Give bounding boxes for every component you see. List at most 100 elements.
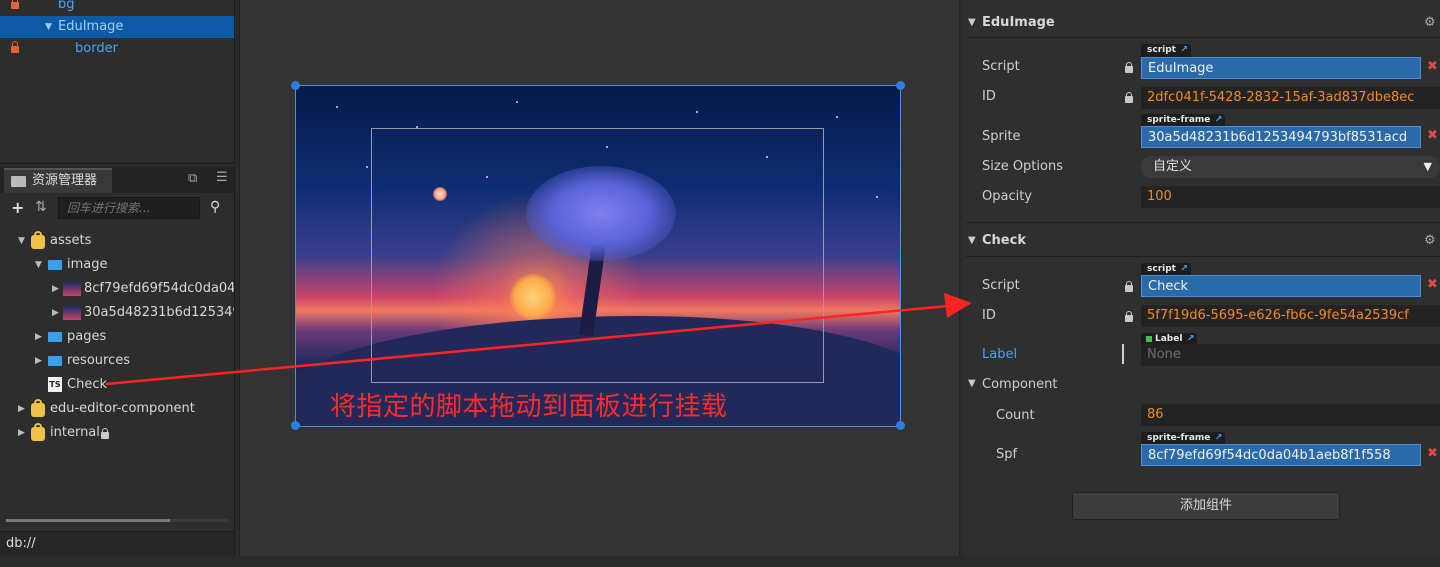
gear-icon[interactable]: ⚙ [1424,8,1436,38]
tag-label: sprite-frame [1147,433,1211,443]
hierarchy-node-eduimage[interactable]: ▼ EduImage [0,16,234,38]
script-field[interactable]: Check [1141,275,1421,297]
select-value: 自定义 [1153,159,1193,174]
collapse-arrow-icon[interactable]: ▼ [968,8,976,38]
collapse-arrow-icon[interactable]: ▶ [52,277,59,301]
tree-item-image[interactable]: ▼ image [0,253,234,277]
tree-item-label: edu-editor-component [50,401,195,416]
popout-icon[interactable]: ⧉ [188,171,197,186]
tree-item-label: Check [67,377,107,392]
lock-icon [1125,62,1133,73]
expand-arrow-icon[interactable]: ▼ [35,253,42,277]
divider [966,37,1440,38]
id-field[interactable]: 2dfc041f-5428-2832-15af-3ad837dbe8ec [1141,87,1440,109]
prop-label-spf: Spf [996,447,1018,462]
remove-icon[interactable]: ✖ [1427,128,1438,143]
tag-label: script [1147,45,1176,55]
collapse-arrow-icon[interactable]: ▶ [52,301,59,325]
tree-item-resources[interactable]: ▶ resources [0,349,234,373]
sprite-field[interactable]: 30a5d48231b6d1253494793bf8531acd [1141,126,1421,148]
drop-indicator [1122,344,1124,364]
database-icon [31,231,45,249]
add-icon[interactable]: + [11,198,24,217]
horizontal-scrollbar[interactable] [6,519,228,522]
resize-handle-bl[interactable] [291,421,300,430]
tree-item-label: 30a5d48231b6d12534947 [84,305,234,320]
resize-handle-tl[interactable] [291,81,300,90]
tree-item-label: 8cf79efd69f54dc0da04b1 [84,281,234,296]
database-icon [31,399,45,417]
tree-item-image-asset[interactable]: ▶ 8cf79efd69f54dc0da04b1 [0,277,234,301]
collapse-arrow-icon[interactable]: ▶ [18,421,25,445]
typescript-file-icon: TS [48,377,62,392]
tree-item-label: resources [67,353,131,368]
chevron-down-icon: ▼ [1423,160,1432,173]
collapse-arrow-icon[interactable]: ▶ [35,325,42,349]
tree-item-edu-editor-component[interactable]: ▶ edu-editor-component [0,397,234,421]
tree-item-label: internal [50,425,100,440]
tree-item-assets[interactable]: ▼ assets [0,229,234,253]
lock-icon[interactable] [11,41,19,53]
collapse-arrow-icon[interactable]: ▶ [35,349,42,373]
asset-tab-bar: 资源管理器 ⧉ ☰ [0,167,234,193]
node-hierarchy-panel: bg ▼ EduImage border [0,0,235,164]
prop-label-opacity: Opacity [982,189,1033,204]
sort-icon[interactable]: ⇅ [35,199,47,215]
remove-icon[interactable]: ✖ [1427,277,1438,292]
remove-icon[interactable]: ✖ [1427,446,1438,461]
tag-label: Label [1155,334,1183,344]
component-header-eduimage[interactable]: ▼ EduImage ⚙ [962,8,1440,38]
collapse-arrow-icon[interactable]: ▼ [968,226,976,256]
add-component-button[interactable]: 添加组件 [1072,492,1340,520]
tree-item-image-asset[interactable]: ▶ 30a5d48231b6d12534947 [0,301,234,325]
annotation-text: 将指定的脚本拖动到面板进行挂载 [330,392,728,422]
tree-item-check-script[interactable]: TS Check [0,373,234,397]
spf-field[interactable]: 8cf79efd69f54dc0da04b1aeb8f1f558 [1141,444,1421,466]
hierarchy-node-border[interactable]: border [0,38,234,60]
collapse-arrow-icon[interactable]: ▼ [968,378,976,389]
count-field[interactable]: 86 [1141,404,1440,426]
image-thumbnail-icon [63,282,81,296]
component-title: EduImage [982,15,1055,30]
expand-arrow-icon[interactable]: ▼ [45,16,52,38]
search-input[interactable]: 回车进行搜索... [58,197,200,219]
lock-icon[interactable] [11,0,19,9]
remove-icon[interactable]: ✖ [1427,59,1438,74]
label-field[interactable]: None [1141,344,1440,366]
node-type-icon [1146,336,1152,342]
type-tag-script: script ↗ [1141,44,1191,57]
folder-icon [48,260,62,270]
menu-icon[interactable]: ☰ [216,170,228,185]
component-header-check[interactable]: ▼ Check ⚙ [962,226,1440,256]
tree-item-internal[interactable]: ▶ internal [0,421,234,445]
id-field[interactable]: 5f7f19d6-5695-e626-fb6c-9fe54a2539cf [1141,305,1440,327]
opacity-field[interactable]: 100 [1141,186,1440,208]
node-label: EduImage [58,19,124,34]
divider [966,222,1440,223]
tree-item-pages[interactable]: ▶ pages [0,325,234,349]
hierarchy-node-bg[interactable]: bg [0,0,234,16]
script-field[interactable]: EduImage [1141,57,1421,79]
db-path-status: db:// [0,531,234,556]
lock-icon [101,428,109,439]
resize-handle-tr[interactable] [896,81,905,90]
expand-arrow-icon[interactable]: ▼ [18,229,25,253]
gear-icon[interactable]: ⚙ [1424,226,1436,256]
prop-label-script: Script [982,59,1020,74]
prop-label-sprite: Sprite [982,129,1021,144]
search-icon[interactable]: ⚲ [210,199,220,215]
folder-icon [48,356,62,366]
tab-asset-manager[interactable]: 资源管理器 [4,168,112,193]
open-link-icon[interactable]: ↗ [1180,44,1188,57]
lock-icon [1125,311,1133,322]
scrollbar-thumb[interactable] [6,519,170,522]
selection-rect[interactable] [295,85,901,427]
resize-handle-br[interactable] [896,421,905,430]
component-group-header[interactable]: ▼ Component [962,376,1440,396]
size-options-select[interactable]: 自定义 ▼ [1141,156,1440,178]
database-icon [31,423,45,441]
collapse-arrow-icon[interactable]: ▶ [18,397,25,421]
lock-icon [1125,281,1133,292]
prop-label-size-options: Size Options [982,159,1063,174]
divider [966,256,1440,257]
